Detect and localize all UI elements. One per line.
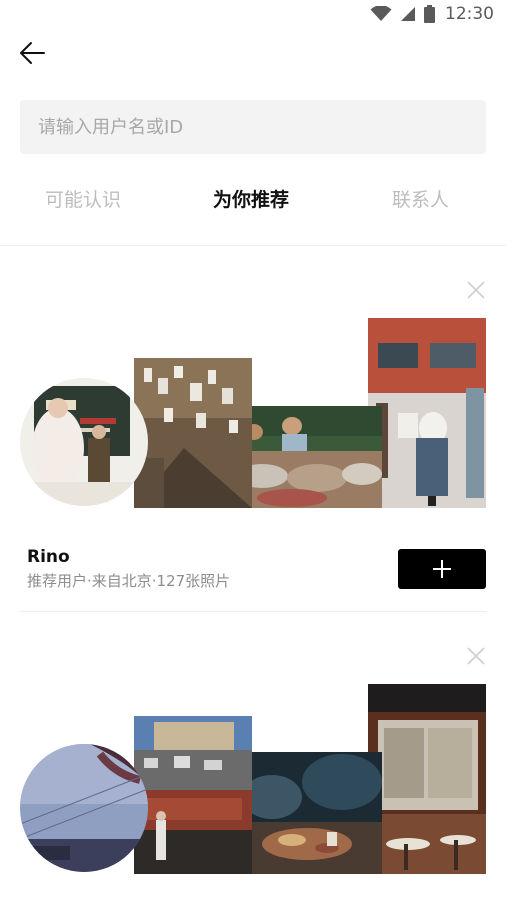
photo-street-notes[interactable]: [134, 358, 252, 508]
avatar-image[interactable]: [20, 378, 148, 506]
follow-button[interactable]: [398, 549, 486, 589]
photo-food-glass[interactable]: [232, 752, 382, 874]
photo-bakery-storefront[interactable]: [368, 684, 486, 874]
avatar-image[interactable]: [20, 744, 148, 872]
arrow-left-icon: [20, 42, 45, 64]
photo-fish-market[interactable]: [232, 406, 382, 508]
card-divider: [20, 611, 486, 612]
signal-icon: [401, 7, 415, 21]
user-meta: 推荐用户·来自北京·127张照片: [27, 572, 231, 590]
tab-may-know[interactable]: 可能认识: [45, 185, 121, 212]
recommendation-card: [0, 636, 506, 900]
tab-bar: 可能认识 为你推荐 联系人: [0, 185, 506, 227]
recommendation-card: Rino 推荐用户·来自北京·127张照片: [0, 270, 506, 615]
tab-divider: [0, 245, 506, 246]
dismiss-button[interactable]: [466, 280, 486, 300]
search-input[interactable]: [36, 115, 470, 139]
close-icon: [467, 647, 485, 665]
tab-recommended[interactable]: 为你推荐: [213, 185, 289, 212]
user-name[interactable]: Rino: [27, 547, 70, 567]
wifi-icon: [370, 6, 392, 21]
dismiss-button[interactable]: [466, 646, 486, 666]
status-time: 12:30: [445, 4, 494, 24]
back-button[interactable]: [16, 38, 50, 68]
photo-collage[interactable]: [0, 318, 506, 508]
search-box[interactable]: [20, 100, 486, 154]
status-bar: 12:30: [0, 0, 506, 28]
close-icon: [467, 281, 485, 299]
photo-city-street[interactable]: [134, 716, 252, 874]
status-icons: 12:30: [370, 4, 494, 24]
tab-contacts[interactable]: 联系人: [392, 185, 449, 212]
plus-icon: [433, 560, 451, 578]
battery-icon: [424, 5, 435, 23]
photo-collage[interactable]: [0, 684, 506, 874]
photo-nuns-street[interactable]: [368, 318, 486, 508]
